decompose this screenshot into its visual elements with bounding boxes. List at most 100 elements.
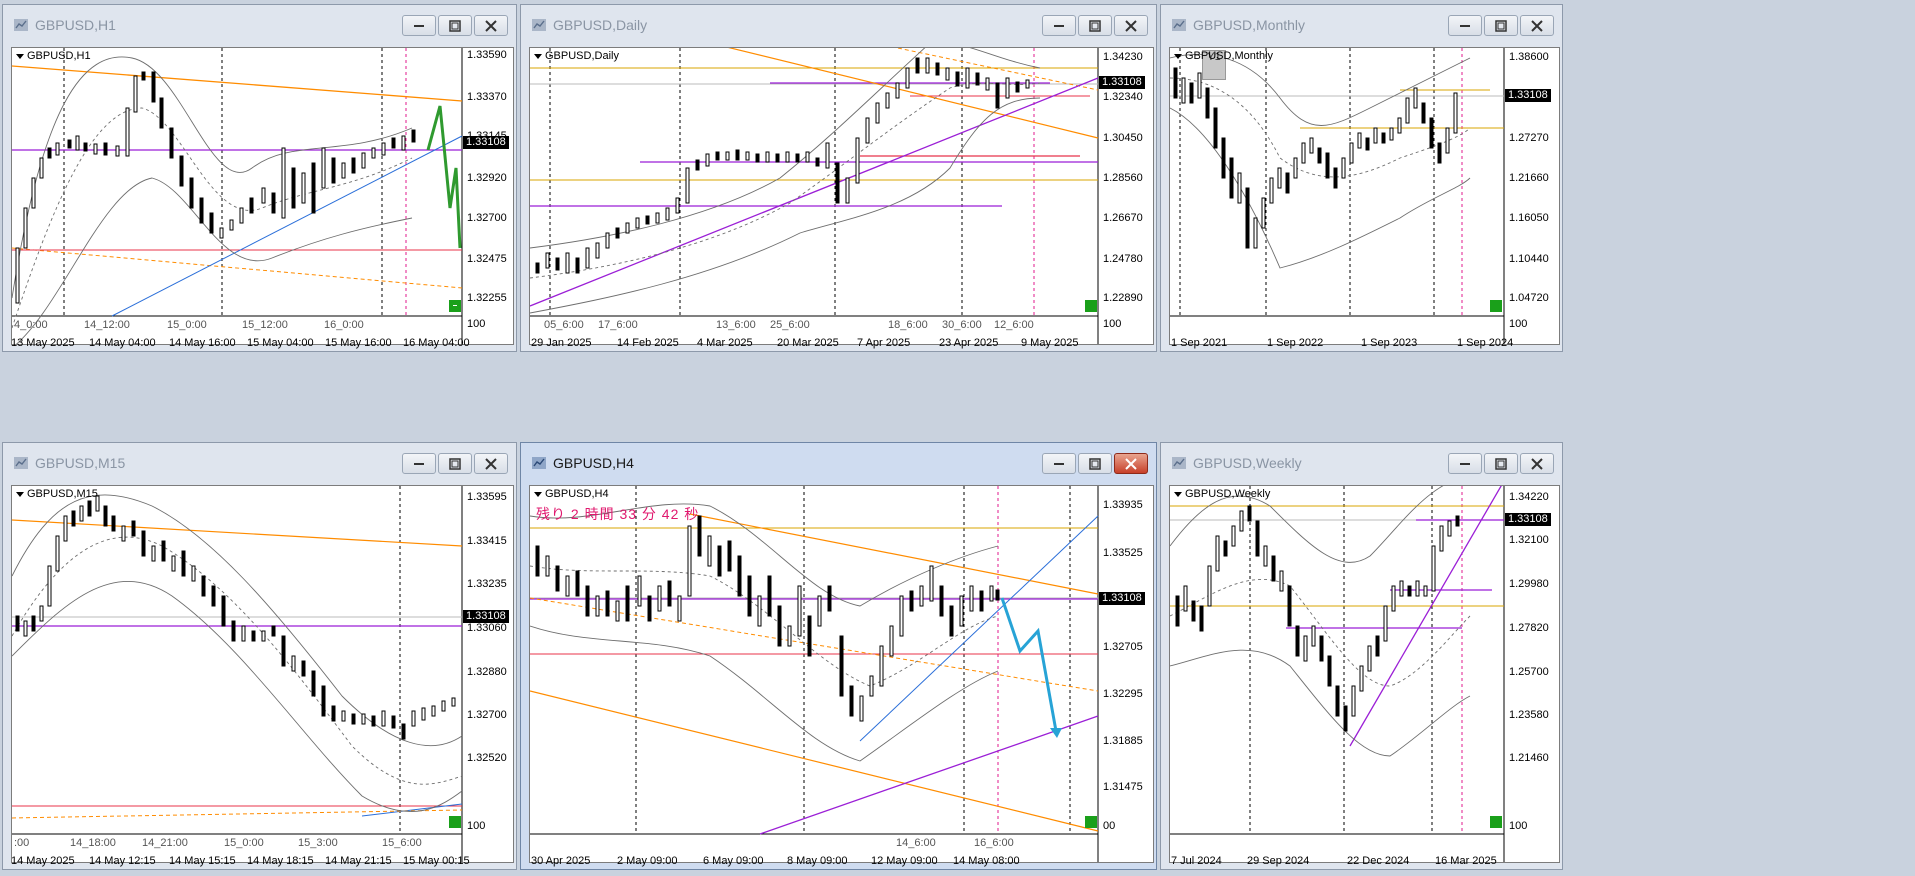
title-bar[interactable]: GBPUSD,H4 bbox=[521, 443, 1156, 483]
chart-window-h1[interactable]: GBPUSD,H1 GBPUSD,H1 1.33590 1.33370 1.32… bbox=[2, 4, 517, 352]
candlesticks bbox=[15, 71, 416, 304]
chart-app-icon bbox=[14, 19, 28, 31]
minimize-icon bbox=[414, 463, 424, 465]
dropdown-triangle-icon bbox=[534, 491, 542, 497]
candlesticks bbox=[535, 57, 1030, 274]
title-bar[interactable]: GBPUSD,Monthly bbox=[1161, 5, 1562, 45]
maximize-button[interactable] bbox=[1484, 453, 1518, 474]
close-button[interactable] bbox=[1114, 453, 1148, 474]
chart-window-daily[interactable]: GBPUSD,Daily GBPUSD,Daily 1.34230 1.3234… bbox=[520, 4, 1157, 352]
bollinger-bands bbox=[1170, 486, 1471, 757]
maximize-button[interactable] bbox=[438, 15, 472, 36]
y-tick: 1.26670 bbox=[1103, 212, 1143, 224]
minimize-button[interactable] bbox=[1448, 453, 1482, 474]
x-tick: 14 May 12:15 bbox=[89, 855, 156, 867]
y-tick: 1.21660 bbox=[1509, 172, 1549, 184]
title-bar[interactable]: GBPUSD,Daily bbox=[521, 5, 1156, 45]
x-tick: 1 Sep 2023 bbox=[1361, 337, 1418, 349]
price-chart[interactable]: GBPUSD,H1 1.33590 1.33370 1.33145 1.3292… bbox=[11, 47, 514, 345]
close-button[interactable] bbox=[474, 15, 508, 36]
x-tick: 14 Feb 2025 bbox=[617, 337, 679, 349]
close-icon bbox=[1531, 458, 1543, 470]
x-tick: 9 May 2025 bbox=[1021, 337, 1079, 349]
x-subtick: 13_6:00 bbox=[716, 319, 756, 331]
y-tick: 1.30450 bbox=[1103, 132, 1143, 144]
x-tick: 13 May 2025 bbox=[11, 337, 75, 349]
price-chart[interactable]: GBPUSD,M15 1.33595 1.33415 1.33235 1.330… bbox=[11, 485, 514, 863]
chart-symbol-label: GBPUSD,Daily bbox=[534, 50, 619, 62]
y-tick: 100 bbox=[1509, 820, 1528, 832]
autoscroll-icon[interactable] bbox=[449, 816, 461, 828]
current-price-tag: 1.33108 bbox=[1099, 592, 1145, 605]
y-tick: 1.33235 bbox=[467, 578, 507, 590]
x-subtick: :00 bbox=[14, 837, 30, 849]
support-trendline bbox=[111, 135, 463, 317]
autoscroll-icon[interactable] bbox=[1490, 816, 1502, 828]
maximize-button[interactable] bbox=[1078, 453, 1112, 474]
x-subtick: 16_6:00 bbox=[974, 837, 1014, 849]
current-price-tag: 1.33108 bbox=[1099, 76, 1145, 89]
autoscroll-icon[interactable] bbox=[1085, 816, 1097, 828]
maximize-icon bbox=[449, 458, 461, 470]
y-tick: 100 bbox=[467, 318, 486, 330]
autoscroll-icon[interactable] bbox=[449, 300, 461, 312]
title-bar[interactable]: GBPUSD,M15 bbox=[3, 443, 516, 483]
y-tick: 1.32475 bbox=[467, 253, 507, 265]
maximize-button[interactable] bbox=[438, 453, 472, 474]
chart-window-monthly[interactable]: GBPUSD,Monthly Y1 GBPUSD,Monthly 1.38600… bbox=[1160, 4, 1563, 352]
autoscroll-icon[interactable] bbox=[1085, 300, 1097, 312]
close-button[interactable] bbox=[1114, 15, 1148, 36]
x-tick: 16 Mar 2025 bbox=[1435, 855, 1497, 867]
bollinger-bands bbox=[530, 503, 999, 762]
symbol-text: GBPUSD,Daily bbox=[545, 50, 619, 62]
minimize-button[interactable] bbox=[1448, 15, 1482, 36]
price-chart[interactable]: Y1 GBPUSD,Monthly 1.38600 1.32940 1.2727… bbox=[1169, 47, 1560, 345]
x-tick: 14 May 08:00 bbox=[953, 855, 1020, 867]
symbol-text: GBPUSD,Monthly bbox=[1185, 50, 1274, 62]
maximize-button[interactable] bbox=[1078, 15, 1112, 36]
current-price-tag: 1.33108 bbox=[463, 610, 509, 623]
chart-canvas bbox=[12, 486, 463, 862]
price-chart[interactable]: GBPUSD,Daily 1.34230 1.32340 1.30450 1.2… bbox=[529, 47, 1154, 345]
y-tick: 1.27270 bbox=[1509, 132, 1549, 144]
price-chart[interactable]: GBPUSD,H4 残り 2 時間 33 分 42 秒 1.33935 1.33… bbox=[529, 485, 1154, 863]
dropdown-triangle-icon bbox=[1174, 491, 1182, 497]
chart-symbol-label: GBPUSD,M15 bbox=[16, 488, 98, 500]
y-tick: 1.32705 bbox=[1103, 641, 1143, 653]
dropdown-triangle-icon bbox=[534, 53, 542, 59]
chart-window-m15[interactable]: GBPUSD,M15 GBPUSD,M15 1.33595 1.33415 1.… bbox=[2, 442, 517, 870]
maximize-button[interactable] bbox=[1484, 15, 1518, 36]
price-chart[interactable]: GBPUSD,Weekly 1.34220 1.32100 1.29980 1.… bbox=[1169, 485, 1560, 863]
x-tick: 29 Sep 2024 bbox=[1247, 855, 1310, 867]
x-subtick: 14_21:00 bbox=[142, 837, 188, 849]
close-button[interactable] bbox=[1520, 15, 1554, 36]
y-tick: 100 bbox=[1509, 318, 1528, 330]
title-bar[interactable]: GBPUSD,H1 bbox=[3, 5, 516, 45]
minimize-icon bbox=[414, 25, 424, 27]
x-tick: 8 May 09:00 bbox=[787, 855, 848, 867]
minimize-button[interactable] bbox=[1042, 453, 1076, 474]
y-tick: 1.34230 bbox=[1103, 51, 1143, 63]
close-button[interactable] bbox=[1520, 453, 1554, 474]
close-button[interactable] bbox=[474, 453, 508, 474]
x-tick: 1 Sep 2021 bbox=[1171, 337, 1228, 349]
minimize-icon bbox=[1460, 463, 1470, 465]
minimize-button[interactable] bbox=[402, 15, 436, 36]
y-tick: 1.10440 bbox=[1509, 253, 1549, 265]
dropdown-triangle-icon bbox=[16, 53, 24, 59]
y-tick: 00 bbox=[1103, 820, 1116, 832]
resistance-trendline bbox=[12, 65, 463, 102]
chart-app-icon bbox=[14, 457, 28, 469]
minimize-button[interactable] bbox=[402, 453, 436, 474]
chart-window-weekly[interactable]: GBPUSD,Weekly GBPUSD,Weekly 1.34220 1.32… bbox=[1160, 442, 1563, 870]
y-tick: 1.04720 bbox=[1509, 292, 1549, 304]
minimize-icon bbox=[1460, 25, 1470, 27]
y-tick: 1.22890 bbox=[1103, 292, 1143, 304]
x-subtick: 14_18:00 bbox=[70, 837, 116, 849]
title-bar[interactable]: GBPUSD,Weekly bbox=[1161, 443, 1562, 483]
minimize-button[interactable] bbox=[1042, 15, 1076, 36]
purple-trendline bbox=[530, 77, 1099, 307]
x-subtick: 16_0:00 bbox=[324, 319, 364, 331]
autoscroll-icon[interactable] bbox=[1490, 300, 1502, 312]
chart-window-h4[interactable]: GBPUSD,H4 GBPUSD,H4 残り 2 時間 33 分 42 秒 1.… bbox=[520, 442, 1157, 870]
